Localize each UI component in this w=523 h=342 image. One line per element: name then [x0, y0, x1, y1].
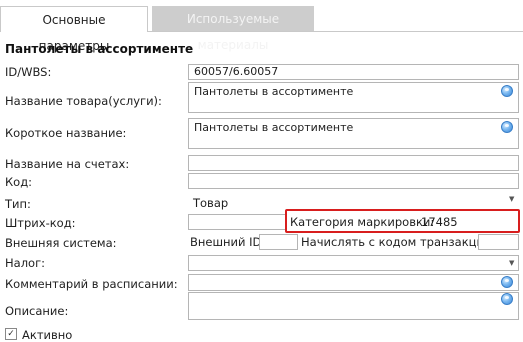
schedule-comment-field[interactable] [188, 274, 519, 291]
name-field[interactable]: Пантолеты в ассортименте [188, 82, 519, 113]
short-name-label: Короткое название: [5, 126, 127, 140]
short-name-field[interactable]: Пантолеты в ассортименте [188, 118, 519, 149]
chevron-down-icon[interactable]: ▼ [509, 255, 514, 271]
type-select[interactable]: Товар [193, 196, 228, 210]
code-field[interactable] [188, 173, 519, 189]
globe-icon[interactable] [501, 276, 513, 288]
page-title: Пантолеты в ассортименте [5, 42, 194, 56]
tab-bar: Основные параметры Используемые материал… [0, 0, 523, 53]
type-label: Тип: [5, 197, 31, 211]
description-field[interactable] [188, 292, 519, 320]
short-name-field-value: Пантолеты в ассортименте [194, 121, 354, 134]
barcode-field[interactable] [188, 214, 287, 230]
external-system-label: Внешняя система: [5, 236, 117, 250]
tax-select[interactable] [188, 255, 519, 271]
external-id-label: Внешний ID: [190, 235, 266, 249]
description-label: Описание: [5, 304, 69, 318]
active-checkbox[interactable]: ✓ [5, 328, 17, 340]
active-label: Активно [22, 328, 73, 342]
globe-icon[interactable] [501, 85, 513, 97]
chevron-down-icon[interactable]: ▼ [509, 191, 514, 207]
highlight-box [285, 209, 520, 233]
globe-icon[interactable] [501, 293, 513, 305]
id-label: ID/WBS: [5, 65, 52, 79]
code-label: Код: [5, 175, 33, 189]
tax-label: Налог: [5, 256, 45, 270]
schedule-comment-label: Комментарий в расписании: [5, 277, 178, 291]
tab-used-materials[interactable]: Используемые материалы [152, 6, 314, 52]
invoice-name-field[interactable] [188, 155, 519, 171]
external-id-field[interactable] [259, 234, 298, 250]
globe-icon[interactable] [501, 121, 513, 133]
tab-main-parameters[interactable]: Основные параметры [0, 6, 148, 53]
barcode-label: Штрих-код: [5, 216, 76, 230]
name-field-value: Пантолеты в ассортименте [194, 85, 354, 98]
tab-divider [148, 31, 523, 32]
invoice-name-label: Название на счетах: [5, 157, 130, 171]
id-field[interactable]: 60057/6.60057 [188, 64, 519, 80]
transaction-code-field[interactable] [478, 234, 519, 250]
transaction-code-label: Начислять с кодом транзакции: [301, 235, 496, 249]
name-label: Название товара(услуги): [5, 94, 162, 108]
